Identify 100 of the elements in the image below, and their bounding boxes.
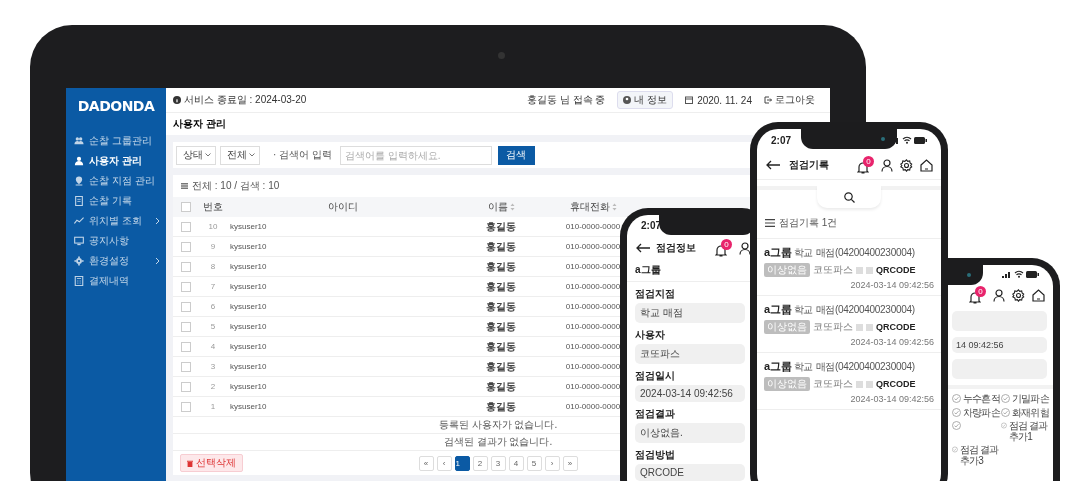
home-icon[interactable]: [920, 158, 933, 172]
checkbox[interactable]: [181, 281, 191, 292]
square-icon: [856, 266, 863, 274]
settings-icon: [74, 256, 84, 266]
settings-icon[interactable]: [900, 158, 913, 172]
person-icon[interactable]: [993, 288, 1005, 302]
column-header[interactable]: 휴대전화: [543, 200, 643, 214]
logo[interactable]: DADONDA: [77, 98, 155, 114]
page-button[interactable]: »: [562, 455, 578, 471]
type-select[interactable]: 전체: [220, 145, 260, 165]
checklist-label: 화재위험: [1012, 407, 1049, 418]
field-value: 이상없음.: [635, 423, 745, 443]
logout-link[interactable]: 로그아웃: [764, 93, 815, 107]
battery-icon: [914, 136, 927, 144]
check-circle-icon[interactable]: [1001, 421, 1007, 430]
sidebar-item[interactable]: 순찰 기록: [66, 191, 166, 211]
sidebar-item[interactable]: 위치별 조회: [66, 211, 166, 231]
check-circle-icon[interactable]: [1001, 394, 1010, 403]
record-group: a그룹: [764, 360, 792, 372]
page-button[interactable]: 3: [490, 455, 506, 471]
home-icon[interactable]: [1032, 288, 1045, 302]
current-date: 2020. 11. 24: [697, 94, 752, 106]
settings-icon[interactable]: [1012, 288, 1025, 302]
person-icon[interactable]: [881, 158, 893, 172]
record-datetime: 2024-03-14 09:42:56: [850, 394, 934, 404]
status-tag: 이상없음: [764, 377, 810, 391]
sort-icon[interactable]: [611, 203, 617, 211]
calendar-icon: [685, 96, 694, 104]
table-cell-text: 홍길동: [485, 299, 517, 314]
wifi-icon: [902, 136, 912, 144]
table-cell-text: 홍길동: [485, 239, 517, 254]
sidebar-item[interactable]: 순찰 지점 관리: [66, 171, 166, 191]
checkbox[interactable]: [181, 361, 191, 372]
search-tab[interactable]: [817, 186, 881, 208]
page-button[interactable]: ›: [544, 455, 560, 471]
column-header: 아이디: [327, 200, 359, 214]
check-circle-icon[interactable]: [1001, 407, 1010, 417]
sidebar-item[interactable]: 사용자 관리: [66, 151, 166, 171]
column-header[interactable]: 이름: [459, 200, 543, 214]
table-cell-text: 010-0000-0000: [564, 342, 622, 351]
page-button[interactable]: 1: [454, 455, 470, 471]
table-cell-text: 1: [209, 402, 217, 411]
checklist-label: 차량파손: [963, 407, 1000, 418]
line-chart-icon: [74, 216, 84, 226]
field-label: 점검일시: [635, 369, 676, 383]
checkbox[interactable]: [181, 221, 191, 232]
checkbox[interactable]: [181, 381, 191, 392]
page-button[interactable]: ‹: [436, 455, 452, 471]
checkbox[interactable]: [181, 301, 191, 312]
check-circle-icon[interactable]: [952, 394, 961, 403]
checkbox[interactable]: [181, 401, 191, 412]
checkbox[interactable]: [181, 202, 191, 212]
record-count: 점검기록 1건: [779, 216, 838, 230]
sort-icon[interactable]: [509, 203, 515, 211]
table-cell-text: 010-0000-0000: [564, 302, 622, 311]
table-cell-text: 7: [209, 282, 217, 291]
check-circle-icon[interactable]: [952, 421, 961, 430]
sidebar-item[interactable]: 환경설정: [66, 251, 166, 271]
status-time: 2:07: [771, 134, 791, 146]
field-label: 점검지점: [635, 287, 676, 301]
person-icon[interactable]: [739, 241, 751, 255]
page-button[interactable]: «: [418, 455, 434, 471]
checkbox[interactable]: [181, 321, 191, 332]
back-arrow-icon[interactable]: [765, 160, 781, 170]
page-button[interactable]: 2: [472, 455, 488, 471]
status-tag: 이상없음: [764, 320, 810, 334]
table-cell-text: 홍길동: [485, 339, 517, 354]
table-cell-text: 홍길동: [485, 319, 517, 334]
location-pin-icon: [74, 176, 84, 186]
delete-selected-button[interactable]: 선택삭제: [180, 454, 243, 472]
result-summary: 전체 : 10 / 검색 : 10: [192, 179, 280, 193]
checkbox[interactable]: [181, 241, 191, 252]
sidebar-item[interactable]: 공지사항: [66, 231, 166, 251]
page-button[interactable]: 4: [508, 455, 524, 471]
back-arrow-icon[interactable]: [635, 243, 651, 253]
search-button[interactable]: 검색: [497, 145, 535, 165]
square-icon: [856, 323, 863, 331]
camera-dot: [967, 273, 972, 277]
search-icon[interactable]: [843, 191, 855, 203]
battery-icon: [1026, 270, 1039, 278]
check-circle-icon[interactable]: [952, 445, 958, 454]
search-field[interactable]: 검색어를 입력하세요.: [339, 145, 492, 165]
record-item[interactable]: a그룹 학교 매점(04200400230004) 이상없음 코또파스 QRCODE 2024-03-14 09:42:56: [757, 296, 941, 353]
page-button[interactable]: 5: [526, 455, 542, 471]
table-cell-text: 홍길동: [485, 359, 517, 374]
menu-icon[interactable]: [765, 219, 775, 227]
my-info-button[interactable]: 내 정보: [617, 91, 674, 109]
record-item[interactable]: a그룹 학교 매점(04200400230004) 이상없음 코또파스 QRCODE 2024-03-14 09:42:56: [757, 239, 941, 296]
checkbox[interactable]: [181, 261, 191, 272]
table-cell-text: kysuser10: [229, 262, 268, 271]
sidebar-item[interactable]: 순찰 그룹관리: [66, 131, 166, 151]
record-item[interactable]: a그룹 학교 매점(04200400230004) 이상없음 코또파스 QRCODE 2024-03-14 09:42:56: [757, 353, 941, 410]
table-cell-text: kysuser10: [229, 222, 268, 231]
status-select[interactable]: 상태: [176, 145, 216, 165]
checklist-label: 기밀파손: [1012, 394, 1049, 405]
sidebar-item[interactable]: 결제내역: [66, 271, 166, 291]
table-cell-text: 홍길동: [485, 219, 517, 234]
check-circle-icon[interactable]: [952, 407, 961, 417]
record-group: a그룹: [764, 246, 792, 258]
checkbox[interactable]: [181, 341, 191, 352]
